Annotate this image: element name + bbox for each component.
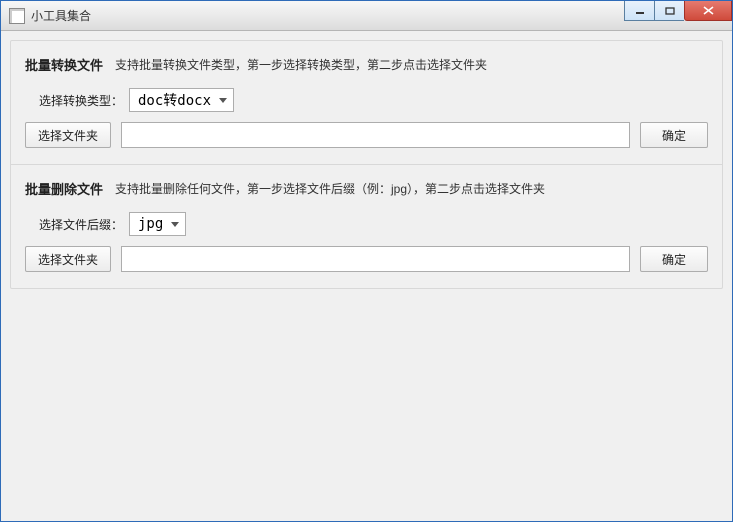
section-batch-delete: 批量删除文件 支持批量删除任何文件，第一步选择文件后缀（例：jpg），第二步点击… bbox=[11, 165, 722, 288]
delete-section-title: 批量删除文件 bbox=[25, 179, 103, 198]
delete-choose-folder-button[interactable]: 选择文件夹 bbox=[25, 246, 111, 272]
convert-choose-folder-label: 选择文件夹 bbox=[38, 127, 98, 144]
delete-suffix-label: 选择文件后缀： bbox=[25, 216, 123, 233]
close-icon bbox=[703, 6, 714, 15]
delete-suffix-value: jpg bbox=[138, 216, 163, 232]
window-title: 小工具集合 bbox=[31, 7, 91, 24]
convert-folder-path-input[interactable] bbox=[121, 122, 630, 148]
titlebar: 小工具集合 bbox=[1, 1, 732, 31]
chevron-down-icon bbox=[171, 222, 179, 227]
close-button[interactable] bbox=[684, 1, 732, 21]
convert-choose-folder-button[interactable]: 选择文件夹 bbox=[25, 122, 111, 148]
section-batch-convert: 批量转换文件 支持批量转换文件类型，第一步选择转换类型，第二步点击选择文件夹 选… bbox=[11, 41, 722, 164]
client-area: 批量转换文件 支持批量转换文件类型，第一步选择转换类型，第二步点击选择文件夹 选… bbox=[1, 31, 732, 521]
convert-confirm-label: 确定 bbox=[662, 127, 686, 144]
maximize-button[interactable] bbox=[654, 1, 684, 21]
delete-folder-path-input[interactable] bbox=[121, 246, 630, 272]
delete-confirm-label: 确定 bbox=[662, 251, 686, 268]
convert-type-select[interactable]: doc转docx bbox=[129, 88, 234, 112]
delete-choose-folder-label: 选择文件夹 bbox=[38, 251, 98, 268]
delete-confirm-button[interactable]: 确定 bbox=[640, 246, 708, 272]
convert-section-desc: 支持批量转换文件类型，第一步选择转换类型，第二步点击选择文件夹 bbox=[115, 56, 487, 73]
app-window: 小工具集合 批量转换文件 支持批量转换文件类型，第一步选择转换类型，第二步点击选… bbox=[0, 0, 733, 522]
window-controls bbox=[624, 1, 732, 21]
convert-section-title: 批量转换文件 bbox=[25, 55, 103, 74]
convert-type-label: 选择转换类型： bbox=[25, 92, 123, 109]
minimize-button[interactable] bbox=[624, 1, 654, 21]
delete-section-desc: 支持批量删除任何文件，第一步选择文件后缀（例：jpg），第二步点击选择文件夹 bbox=[115, 180, 545, 197]
minimize-icon bbox=[635, 7, 645, 15]
maximize-icon bbox=[665, 7, 675, 15]
app-icon bbox=[9, 8, 25, 24]
convert-type-value: doc转docx bbox=[138, 90, 211, 110]
chevron-down-icon bbox=[219, 98, 227, 103]
convert-confirm-button[interactable]: 确定 bbox=[640, 122, 708, 148]
content-panel: 批量转换文件 支持批量转换文件类型，第一步选择转换类型，第二步点击选择文件夹 选… bbox=[10, 40, 723, 289]
delete-suffix-select[interactable]: jpg bbox=[129, 212, 186, 236]
